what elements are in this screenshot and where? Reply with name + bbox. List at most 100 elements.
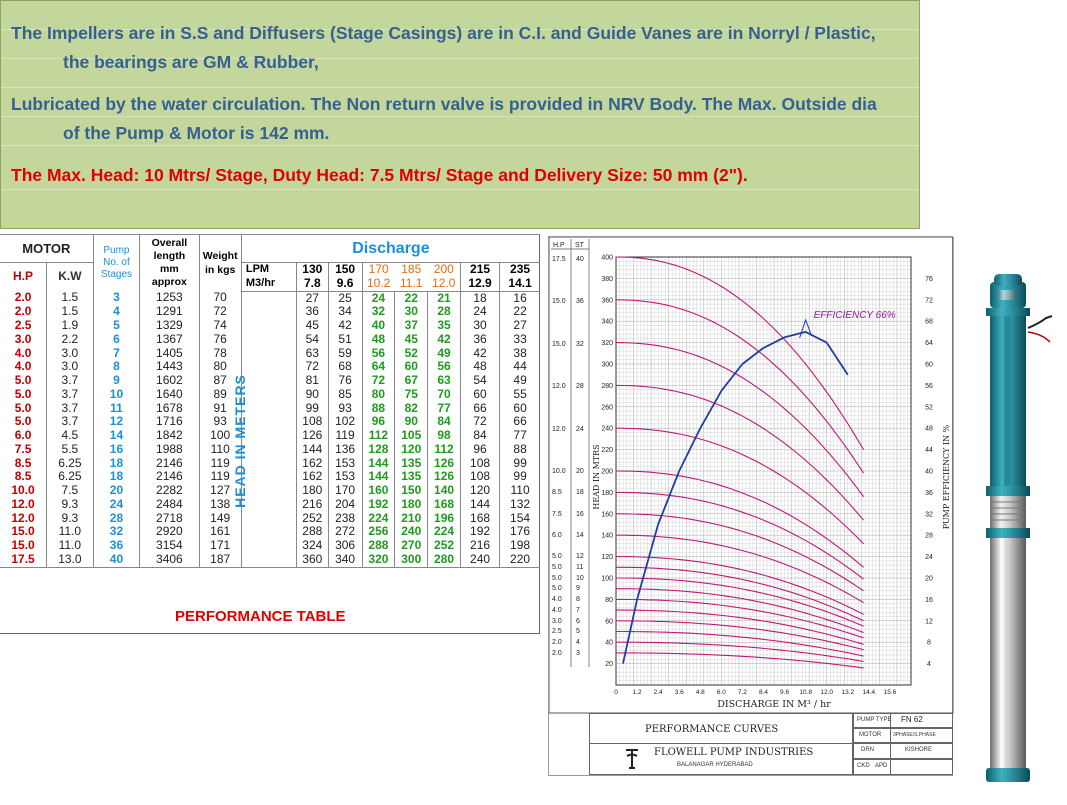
hp-cell: 8.5 bbox=[14, 456, 32, 470]
head-cell: 35 bbox=[427, 319, 461, 333]
length-cell: 1678 bbox=[139, 401, 200, 416]
length-cell: 1405 bbox=[139, 346, 200, 361]
head-cell: 168 bbox=[427, 497, 461, 512]
efficiency-tick-label: 60 bbox=[925, 362, 933, 369]
submersible-pump-image bbox=[986, 274, 1053, 782]
head-cell: 119 bbox=[327, 429, 363, 443]
head-cell: 22 bbox=[499, 305, 540, 319]
stages-cell: 36 bbox=[92, 539, 140, 553]
hp-cell: 5.0 bbox=[14, 415, 32, 429]
table-row: 8.5 6.25 18 2146 119 162 153 144 135 126 108 99 bbox=[0, 470, 540, 484]
efficiency-tick-label: 72 bbox=[925, 297, 933, 304]
note-lubrication: Lubricated by the water circulation. The… bbox=[11, 90, 877, 148]
head-cell: 204 bbox=[327, 497, 363, 512]
head-cell: 256 bbox=[361, 525, 395, 539]
x-axis-label: DISCHARGE IN M³ / hr bbox=[717, 699, 831, 710]
head-cell: 288 bbox=[295, 525, 329, 539]
head-cell: 252 bbox=[295, 511, 329, 526]
kw-cell: 3.7 bbox=[46, 401, 94, 416]
y2-axis-label: PUMP EFFICIENCY IN % bbox=[942, 424, 951, 529]
head-cell: 112 bbox=[427, 442, 461, 457]
head-cell: 99 bbox=[295, 401, 329, 416]
header-text: Pump bbox=[103, 245, 130, 256]
hp-cell: 4.0 bbox=[14, 360, 32, 374]
weight-cell: 70 bbox=[198, 291, 242, 306]
head-cell: 48 bbox=[473, 360, 487, 374]
table-row: 2.5 1.9 5 1329 74 45 42 40 37 35 30 27 bbox=[0, 319, 540, 333]
x-tick-label: 4.8 bbox=[696, 689, 705, 696]
efficiency-tick-label: 20 bbox=[925, 576, 933, 583]
kw-cell: 6.25 bbox=[46, 456, 94, 471]
head-tick-label: 260 bbox=[601, 404, 613, 411]
length-cell: 2282 bbox=[139, 484, 200, 498]
head-cell: 210 bbox=[394, 511, 428, 526]
head-label-cell bbox=[240, 346, 297, 361]
length-cell: 1367 bbox=[139, 332, 200, 347]
kw-cell: 11.0 bbox=[46, 525, 94, 539]
head-cell: 340 bbox=[327, 552, 363, 568]
company-name: FLOWELL PUMP INDUSTRIES bbox=[654, 747, 814, 758]
lpm-value: 130 bbox=[295, 261, 329, 277]
length-cell: 2146 bbox=[139, 470, 200, 484]
st-label: 18 bbox=[576, 489, 584, 496]
hp-cell: 4.0 bbox=[14, 346, 32, 360]
stages-cell: 5 bbox=[92, 319, 140, 333]
head-cell: 52 bbox=[394, 346, 428, 361]
kw-cell: 9.3 bbox=[46, 511, 94, 526]
hp-cell: 5.0 bbox=[14, 374, 32, 387]
head-cell: 162 bbox=[295, 456, 329, 471]
note-rule bbox=[1, 87, 919, 88]
x-tick-label: 10.8 bbox=[799, 689, 812, 696]
x-tick-label: 2.4 bbox=[654, 689, 663, 696]
head-cell: 176 bbox=[499, 525, 540, 539]
head-cell: 180 bbox=[394, 497, 428, 512]
head-cell: 24 bbox=[473, 305, 487, 319]
head-cell: 37 bbox=[394, 319, 428, 333]
length-cell: 1988 bbox=[139, 442, 200, 457]
hp-label: 2.0 bbox=[552, 650, 562, 657]
head-cell: 34 bbox=[327, 305, 363, 319]
hp-cell: 5.0 bbox=[14, 401, 32, 415]
table-row: 10.0 7.5 20 2282 127 180 170 160 150 140 120 110 bbox=[0, 484, 540, 498]
head-curve-28-stages bbox=[615, 384, 865, 521]
head-cell: 84 bbox=[427, 415, 461, 429]
head-cell: 72 bbox=[473, 415, 487, 429]
length-cell: 1602 bbox=[139, 374, 200, 388]
length-cell: 1640 bbox=[139, 387, 200, 402]
head-tick-label: 180 bbox=[601, 490, 613, 497]
head-cell: 150 bbox=[394, 484, 428, 498]
x-tick-label: 8.4 bbox=[759, 689, 768, 696]
head-cell: 33 bbox=[499, 332, 540, 347]
stages-cell: 10 bbox=[92, 387, 140, 402]
weight-cell: 149 bbox=[198, 511, 242, 526]
head-tick-label: 60 bbox=[605, 618, 613, 625]
head-cell: 98 bbox=[427, 429, 461, 443]
head-tick-label: 240 bbox=[601, 426, 613, 433]
head-cell: 42 bbox=[473, 346, 487, 360]
head-cell: 27 bbox=[499, 319, 540, 333]
head-cell: 54 bbox=[295, 332, 329, 347]
hp-label: 4.0 bbox=[552, 596, 562, 603]
hp-cell: 7.5 bbox=[14, 442, 32, 456]
m3hr-value: 10.2 bbox=[361, 276, 395, 292]
lpm-value: 215 bbox=[460, 261, 500, 277]
head-tick-label: 140 bbox=[601, 533, 613, 540]
table-row: 5.0 3.7 12 1716 93 108 102 96 90 84 72 66 bbox=[0, 415, 540, 429]
head-tick-label: 120 bbox=[601, 554, 613, 561]
stages-cell: 9 bbox=[92, 374, 140, 388]
kw-cell: 6.25 bbox=[46, 470, 94, 484]
head-curve-36-stages bbox=[615, 299, 865, 474]
m3hr-label: M3/hr bbox=[240, 276, 297, 292]
hp-cell: 10.0 bbox=[11, 484, 35, 497]
st-label: 36 bbox=[576, 298, 584, 305]
head-cell: 25 bbox=[327, 291, 363, 306]
head-cell: 80 bbox=[361, 387, 395, 402]
table-row: 4.0 3.0 7 1405 78 63 59 56 52 49 42 38 bbox=[0, 346, 540, 361]
head-cell: 42 bbox=[327, 319, 363, 333]
x-tick-label: 3.6 bbox=[675, 689, 684, 696]
stages-cell: 4 bbox=[92, 305, 140, 319]
kw-cell: 3.0 bbox=[46, 360, 94, 374]
st-label: 9 bbox=[576, 585, 580, 592]
head-cell: 99 bbox=[499, 470, 540, 484]
stages-cell: 11 bbox=[92, 401, 140, 416]
